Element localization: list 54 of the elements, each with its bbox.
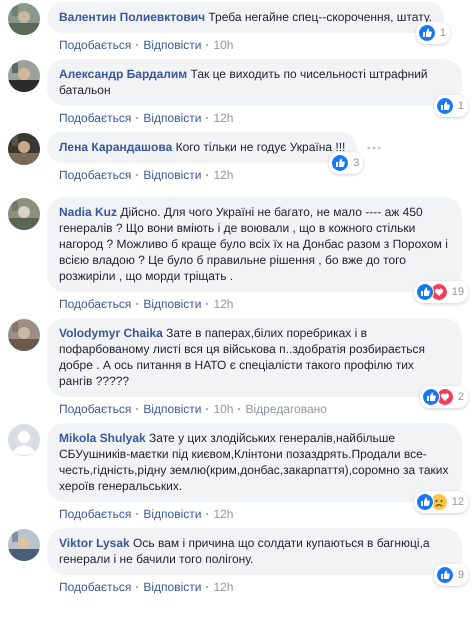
separator-dot — [136, 513, 138, 515]
author-link[interactable]: Volodymyr Chaika — [59, 326, 163, 340]
separator-dot — [136, 408, 138, 410]
thumbs-up-icon — [436, 566, 454, 584]
comment-text: Александр Бардалим Так це виходить по чисельності штрафний батальон — [59, 67, 428, 97]
sad-face-icon — [430, 493, 448, 511]
separator-dot — [206, 174, 208, 176]
comment-text: Валентин Полиевктович Треба негайне спец--скорочення, штату. — [59, 10, 432, 24]
thumbs-up-icon — [422, 388, 440, 406]
author-link[interactable]: Mikola Shulyak — [59, 431, 146, 445]
comment-text: Лена Карандашова Кого тільки не годує Україна !!! — [59, 140, 346, 154]
heart-icon — [436, 388, 454, 406]
separator-dot — [136, 303, 138, 305]
author-link[interactable]: Лена Карандашова — [59, 140, 172, 154]
like-link[interactable]: Подобається — [59, 506, 132, 522]
separator-dot — [206, 117, 208, 119]
like-link[interactable]: Подобається — [59, 110, 132, 126]
thumbs-up-icon — [416, 493, 434, 511]
edited-label: Відредаговано — [245, 401, 327, 417]
thumbs-up-icon — [331, 154, 350, 172]
separator-dot — [206, 303, 208, 305]
comment-text: Volodymyr Chaika Зате в паперах,білих поребриках і в пофарбованому листі вся ця військова п..здобратія розбирається добре . А ось питання в НАТО є спеціалісти такого профілю тих рангів ????? — [59, 326, 426, 388]
heart-icon — [430, 283, 448, 301]
reply-link[interactable]: Відповісти — [143, 296, 202, 312]
comment-text: Viktor Lysak Ось вам і причина що солдати купаються в багнюці,а генерали і не бачили того полігону. — [59, 536, 430, 566]
separator-dot — [136, 174, 138, 176]
thumbs-up-icon — [436, 97, 454, 115]
reply-link[interactable]: Відповісти — [143, 579, 202, 595]
thumbs-up-icon — [418, 24, 436, 42]
comment-text: Nadia Kuz Дійсно. Для чого Україні не багато, не мало ---- аж 450 генералів ? Що вони вміють і де воювали , що в кожного стільки нагород ? Можливо б краще було всіх їх на Донбас разом з Порохом і всією владою ? Це було б правильне рішення , бо вже до того розжиріли , що морди тріщать . — [59, 205, 448, 283]
separator-dot — [206, 513, 208, 515]
separator-dot — [136, 586, 138, 588]
reply-link[interactable]: Відповісти — [143, 506, 202, 522]
separator-dot — [136, 44, 138, 46]
author-link[interactable]: Viktor Lysak — [59, 536, 130, 550]
author-link[interactable]: Валентин Полиевктович — [59, 10, 206, 24]
author-link[interactable]: Александр Бардалим — [59, 67, 188, 81]
separator-dot — [206, 44, 208, 46]
like-link[interactable]: Подобається — [59, 579, 132, 595]
reply-link[interactable]: Відповісти — [143, 110, 202, 126]
reply-link[interactable]: Відповісти — [143, 37, 202, 53]
comment-text: Mikola Shulyak Зате у цих злодійських генералів,найбільше СБУушників-маєтки під києвом,Клінтони позаздрять.Продали все-честь,гідність,рідну землю(крим,донбас,закарпаття),соромно за таких хероїв генеральських. — [59, 431, 448, 493]
like-link[interactable]: Подобається — [59, 167, 132, 183]
separator-dot — [136, 117, 138, 119]
separator-dot — [206, 408, 208, 410]
like-link[interactable]: Подобається — [59, 37, 132, 53]
separator-dot — [238, 408, 240, 410]
reply-link[interactable]: Відповісти — [143, 167, 202, 183]
like-link[interactable]: Подобається — [59, 296, 132, 312]
like-link[interactable]: Подобається — [59, 401, 132, 417]
reply-link[interactable]: Відповісти — [143, 401, 202, 417]
separator-dot — [206, 586, 208, 588]
thumbs-up-icon — [416, 283, 434, 301]
author-link[interactable]: Nadia Kuz — [59, 205, 118, 219]
